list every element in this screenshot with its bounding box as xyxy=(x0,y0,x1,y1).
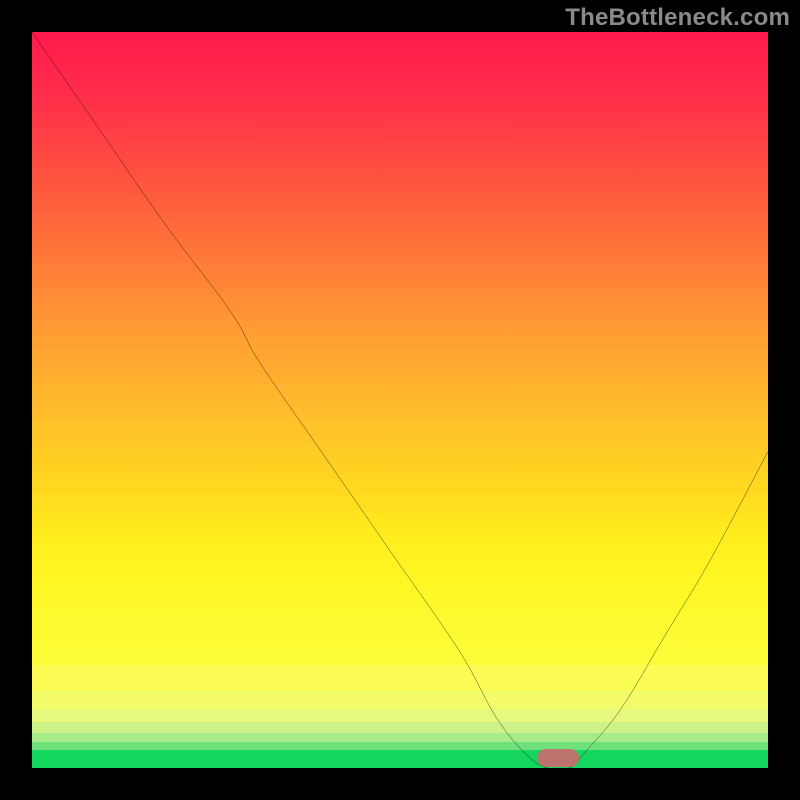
bottleneck-curve xyxy=(32,32,768,768)
plot-area xyxy=(32,32,768,768)
chart-frame: TheBottleneck.com xyxy=(0,0,800,800)
watermark-text: TheBottleneck.com xyxy=(565,4,790,32)
optimal-point-marker xyxy=(537,749,579,767)
